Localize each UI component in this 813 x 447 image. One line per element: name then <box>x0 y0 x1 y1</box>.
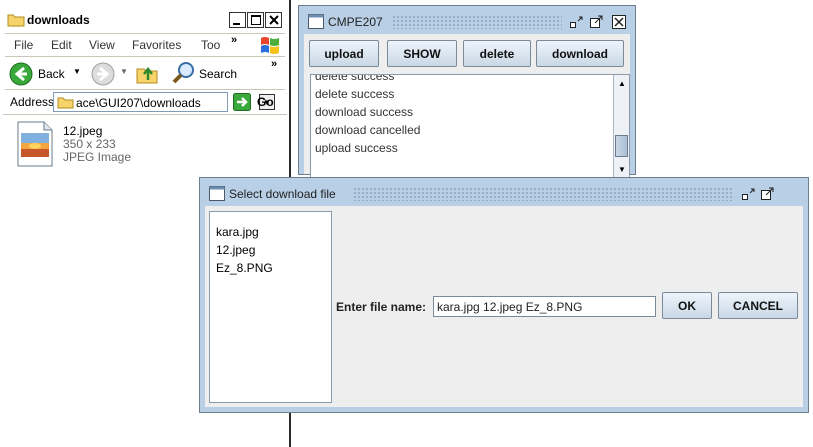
windows-logo-icon <box>259 35 281 58</box>
scroll-up-icon[interactable]: ▲ <box>616 77 628 89</box>
cmpe207-content: upload SHOW delete download delete succe… <box>304 34 630 178</box>
dialog-title: Select download file <box>229 187 336 201</box>
file-name-input[interactable] <box>433 296 656 317</box>
cancel-button[interactable]: CANCEL <box>718 292 798 319</box>
close-button[interactable] <box>265 12 282 28</box>
iconify-icon[interactable] <box>741 187 755 204</box>
file-list[interactable]: kara.jpg 12.jpeg Ez_8.PNG <box>209 211 332 403</box>
menu-view[interactable]: View <box>89 38 115 52</box>
back-dropdown-icon[interactable]: ▼ <box>73 67 81 76</box>
log-line: download success <box>315 105 414 119</box>
scrollbar-thumb[interactable] <box>615 135 628 157</box>
file-name: 12.jpeg <box>63 124 103 138</box>
window-icon <box>209 186 225 204</box>
file-name-label: Enter file name: <box>336 300 427 314</box>
list-item[interactable]: kara.jpg <box>216 225 259 239</box>
iconify-icon[interactable] <box>569 15 583 32</box>
folder-icon <box>57 95 74 112</box>
address-input[interactable]: ace\GUI207\downloads ▼ <box>53 92 275 112</box>
list-item[interactable]: 12.jpeg <box>216 243 255 257</box>
menu-edit[interactable]: Edit <box>51 38 72 52</box>
maximize-button[interactable] <box>247 12 264 28</box>
close-icon[interactable] <box>612 15 626 32</box>
toolbar-overflow-chevron-icon[interactable]: » <box>271 58 277 70</box>
back-arrow-icon[interactable] <box>9 62 33 89</box>
forward-arrow-icon[interactable] <box>91 62 115 89</box>
title-bar-texture <box>392 15 562 29</box>
dialog-content: kara.jpg 12.jpeg Ez_8.PNG Enter file nam… <box>205 206 803 407</box>
minimize-button[interactable] <box>229 12 246 28</box>
log-text-area[interactable]: delete success delete success download s… <box>310 74 630 178</box>
menu-favorites[interactable]: Favorites <box>132 38 181 52</box>
menu-overflow-chevron-icon[interactable]: » <box>231 34 237 46</box>
scroll-down-icon[interactable]: ▼ <box>616 163 628 175</box>
window-title: downloads <box>27 13 90 27</box>
window-title: CMPE207 <box>328 15 383 29</box>
jpeg-file-icon <box>15 121 55 170</box>
file-type: JPEG Image <box>63 150 132 164</box>
download-button[interactable]: download <box>536 40 624 67</box>
address-label: Address <box>10 95 55 109</box>
file-item[interactable]: 12.jpeg 350 x 233 JPEG Image <box>15 121 155 171</box>
list-item[interactable]: Ez_8.PNG <box>216 261 273 275</box>
search-button-label[interactable]: Search <box>199 67 237 81</box>
select-download-dialog: Select download file kara.jpg 12.jpeg Ez… <box>199 177 809 413</box>
explorer-title-bar[interactable]: downloads <box>0 8 289 32</box>
go-arrow-icon[interactable] <box>233 93 251 114</box>
menu-file[interactable]: File <box>14 38 33 52</box>
file-dimensions: 350 x 233 <box>63 137 116 151</box>
dialog-title-bar[interactable]: Select download file <box>205 183 803 205</box>
cmpe207-window: CMPE207 upload SHOW delete download dele… <box>298 5 636 178</box>
window-icon <box>308 14 324 32</box>
upload-button[interactable]: upload <box>309 40 379 67</box>
log-line: download cancelled <box>315 123 421 137</box>
cmpe207-title-bar[interactable]: CMPE207 <box>304 11 630 33</box>
search-icon[interactable] <box>172 61 196 88</box>
title-bar-texture <box>353 187 733 201</box>
back-button-label[interactable]: Back <box>38 67 65 81</box>
log-line: delete success <box>315 74 395 83</box>
delete-button[interactable]: delete <box>463 40 531 67</box>
folder-icon <box>7 12 25 30</box>
vertical-scrollbar[interactable]: ▲ ▼ <box>613 75 629 177</box>
folder-up-icon[interactable] <box>135 61 159 88</box>
standard-toolbar: Back ▼ ▼ Search » <box>5 56 285 88</box>
forward-dropdown-icon[interactable]: ▼ <box>120 67 128 76</box>
maximize-icon[interactable] <box>589 15 603 32</box>
menu-bar: File Edit View Favorites Too » <box>5 33 285 55</box>
go-button-label[interactable]: Go <box>257 95 274 109</box>
address-value: ace\GUI207\downloads <box>76 96 201 110</box>
show-button[interactable]: SHOW <box>387 40 457 67</box>
address-bar: Address ace\GUI207\downloads ▼ Go <box>5 89 285 113</box>
ok-button[interactable]: OK <box>662 292 712 319</box>
log-line: upload success <box>315 141 398 155</box>
menu-tools[interactable]: Too <box>201 38 220 52</box>
maximize-icon[interactable] <box>760 187 774 204</box>
log-line: delete success <box>315 87 395 101</box>
